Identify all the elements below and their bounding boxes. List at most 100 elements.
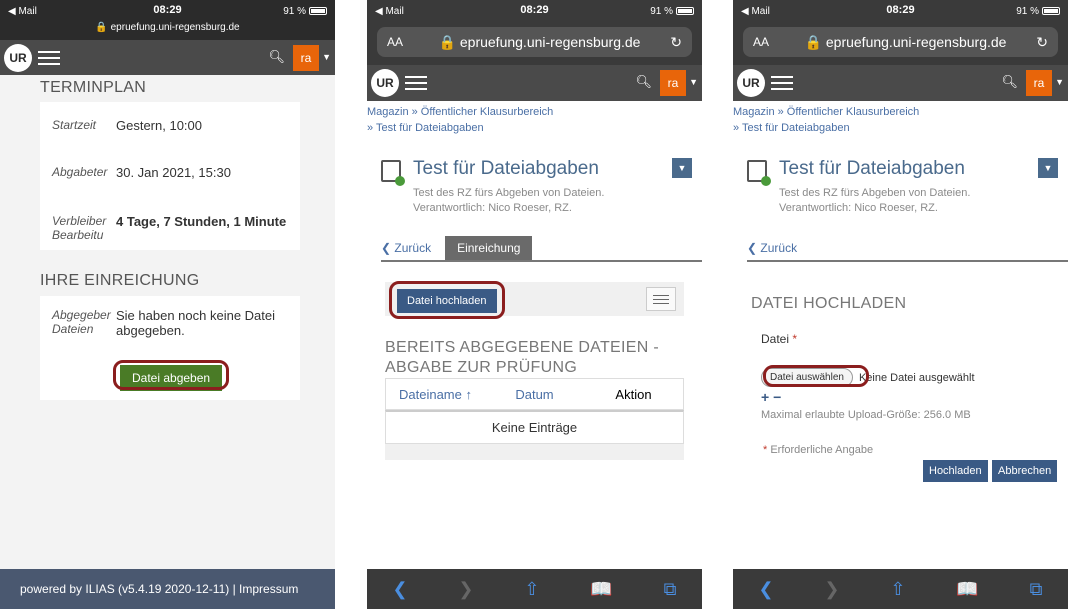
chevron-down-icon[interactable]: ▼ bbox=[1055, 77, 1064, 87]
address-bar[interactable]: AA 🔒 epruefung.uni-regensburg.de ↻ bbox=[377, 27, 692, 57]
breadcrumb: Magazin » Öffentlicher Klausurbereich » … bbox=[733, 104, 919, 136]
search-icon[interactable]: 🔍︎ bbox=[635, 74, 652, 90]
share-icon[interactable]: ⇧ bbox=[890, 579, 905, 600]
url-label[interactable]: 🔒 epruefung.uni-regensburg.de bbox=[0, 22, 335, 33]
einreichung-heading: IHRE EINREICHUNG bbox=[40, 272, 200, 289]
hamburger-menu-icon[interactable] bbox=[771, 73, 793, 93]
user-avatar[interactable]: ra bbox=[660, 70, 686, 96]
row-key: Abgegeber Dateien bbox=[52, 308, 111, 336]
lock-icon: 🔒 bbox=[804, 33, 822, 50]
ur-logo[interactable]: UR bbox=[737, 69, 765, 97]
clock: 08:29 bbox=[520, 4, 549, 16]
object-title-row: Test für Dateiabgaben Test des RZ fürs A… bbox=[747, 158, 1058, 216]
max-size-hint: Maximal erlaubte Upload-Größe: 256.0 MB bbox=[761, 409, 971, 421]
forward-arrow-icon[interactable]: ❯ bbox=[458, 579, 473, 600]
column-header: Aktion bbox=[615, 386, 652, 402]
ur-logo[interactable]: UR bbox=[4, 44, 32, 72]
row-value: 30. Jan 2021, 15:30 bbox=[116, 165, 231, 180]
table-row: Abgegeber Dateien Sie haben noch keine D… bbox=[40, 296, 300, 350]
tab-einreichung[interactable]: Einreichung bbox=[445, 236, 533, 260]
back-arrow-icon[interactable]: ❮ bbox=[392, 579, 407, 600]
page-title: Test für Dateiabgaben bbox=[413, 158, 599, 179]
actions-dropdown-icon[interactable]: ▼ bbox=[672, 158, 692, 178]
actions-dropdown-icon[interactable]: ▼ bbox=[1038, 158, 1058, 178]
breadcrumb-line-1[interactable]: Magazin » Öffentlicher Klausurbereich bbox=[367, 104, 553, 120]
breadcrumb-line-2[interactable]: » Test für Dateiabgaben bbox=[367, 120, 553, 136]
ilias-navbar: UR 🔍︎ ra ▼ bbox=[733, 65, 1068, 101]
upload-submit-button[interactable]: Hochladen bbox=[923, 460, 988, 482]
forward-arrow-icon[interactable]: ❯ bbox=[824, 579, 839, 600]
clock: 08:29 bbox=[886, 4, 915, 16]
row-value: 4 Tage, 7 Stunden, 1 Minute bbox=[116, 214, 287, 229]
safari-toolbar: ❮ ❯ ⇧ 📖 ⧉ bbox=[367, 569, 702, 609]
footer-text[interactable]: powered by ILIAS (v5.4.19 2020-12-11) | … bbox=[20, 582, 298, 596]
empty-row: Keine Einträge bbox=[385, 410, 684, 444]
breadcrumb: Magazin » Öffentlicher Klausurbereich » … bbox=[367, 104, 553, 136]
bookmarks-icon[interactable]: 📖 bbox=[590, 579, 612, 600]
ilias-navbar: UR 🔍︎ ra ▼ bbox=[0, 40, 335, 76]
back-tab[interactable]: ❮ Zurück bbox=[747, 241, 807, 260]
terminplan-card: Startzeit Gestern, 10:00 Abgabeter 30. J… bbox=[40, 102, 300, 250]
lock-icon: 🔒 bbox=[438, 33, 456, 50]
bookmarks-icon[interactable]: 📖 bbox=[956, 579, 978, 600]
chevron-down-icon[interactable]: ▼ bbox=[689, 77, 698, 87]
reload-icon[interactable]: ↻ bbox=[662, 34, 682, 51]
share-icon[interactable]: ⇧ bbox=[524, 579, 539, 600]
hamburger-menu-icon[interactable] bbox=[38, 48, 60, 68]
menu-icon[interactable] bbox=[646, 287, 676, 311]
phone-screen-1: ◀ Mail 08:29 91 % 🔒 epruefung.uni-regens… bbox=[0, 0, 335, 609]
page-subtitle: Test des RZ fürs Abgeben von Dateien. Ver… bbox=[779, 187, 971, 214]
row-key: Abgabeter bbox=[52, 165, 108, 179]
row-value: Sie haben noch keine Datei abgegeben. bbox=[116, 308, 276, 338]
address-bar[interactable]: AA 🔒 epruefung.uni-regensburg.de ↻ bbox=[743, 27, 1058, 57]
back-tab[interactable]: ❮ Zurück bbox=[381, 241, 441, 260]
phone-screen-2: ◀ Mail 08:29 91 % AA 🔒 epruefung.uni-reg… bbox=[367, 0, 702, 609]
page-title: Test für Dateiabgaben bbox=[779, 158, 965, 179]
tabs-icon[interactable]: ⧉ bbox=[664, 579, 677, 600]
add-remove-icons[interactable]: + − bbox=[751, 387, 1050, 405]
tabs-icon[interactable]: ⧉ bbox=[1030, 579, 1043, 600]
column-header[interactable]: Dateiname ↑ bbox=[386, 387, 485, 402]
reload-icon[interactable]: ↻ bbox=[1028, 34, 1048, 51]
breadcrumb-line-2[interactable]: » Test für Dateiabgaben bbox=[733, 120, 919, 136]
terminplan-heading: TERMINPLAN bbox=[40, 79, 147, 96]
reader-aa-button[interactable]: AA bbox=[753, 35, 783, 49]
battery-icon bbox=[1042, 7, 1060, 15]
search-icon[interactable]: 🔍︎ bbox=[268, 49, 285, 65]
clock: 08:29 bbox=[153, 4, 182, 16]
breadcrumb-line-1[interactable]: Magazin » Öffentlicher Klausurbereich bbox=[733, 104, 919, 120]
object-title-row: Test für Dateiabgaben Test des RZ fürs A… bbox=[381, 158, 692, 216]
user-avatar[interactable]: ra bbox=[293, 45, 319, 71]
table-row: Startzeit Gestern, 10:00 bbox=[40, 102, 300, 145]
battery-icon bbox=[676, 7, 694, 15]
tab-bar: ❮ Zurück bbox=[747, 238, 1068, 262]
required-note: * Erforderliche Angabe bbox=[763, 444, 874, 456]
status-bar: ◀ Mail 08:29 91 % bbox=[0, 0, 335, 22]
section-heading: DATEI HOCHLADEN bbox=[751, 295, 907, 312]
table-header: Dateiname ↑ Datum Aktion bbox=[385, 378, 684, 410]
annotation-highlight bbox=[763, 365, 869, 387]
battery-icon bbox=[309, 7, 327, 15]
column-header[interactable]: Datum bbox=[485, 387, 584, 402]
domain-label: epruefung.uni-regensburg.de bbox=[825, 33, 1007, 50]
ilias-navbar: UR 🔍︎ ra ▼ bbox=[367, 65, 702, 101]
hamburger-menu-icon[interactable] bbox=[405, 73, 427, 93]
annotation-highlight bbox=[389, 281, 505, 319]
page-subtitle: Test des RZ fürs Abgeben von Dateien. Ver… bbox=[413, 187, 605, 214]
section-heading: BEREITS ABGEGEBENE DATEIEN - ABGABE ZUR … bbox=[385, 339, 659, 376]
table-row: Verbleiber Bearbeitu 4 Tage, 7 Stunden, … bbox=[40, 192, 300, 254]
safari-header: ◀ Mail 08:29 91 % AA 🔒 epruefung.uni-reg… bbox=[367, 0, 702, 65]
annotation-highlight bbox=[113, 360, 229, 390]
status-bar: ◀ Mail 08:29 91 % bbox=[367, 0, 702, 22]
row-key: Startzeit bbox=[52, 118, 97, 132]
back-arrow-icon[interactable]: ❮ bbox=[758, 579, 773, 600]
files-table: Dateiname ↑ Datum Aktion Keine Einträge bbox=[385, 378, 684, 460]
search-icon[interactable]: 🔍︎ bbox=[1001, 74, 1018, 90]
ur-logo[interactable]: UR bbox=[371, 69, 399, 97]
chevron-down-icon[interactable]: ▼ bbox=[322, 52, 331, 62]
user-avatar[interactable]: ra bbox=[1026, 70, 1052, 96]
reader-aa-button[interactable]: AA bbox=[387, 35, 417, 49]
phone-screen-3: ◀ Mail 08:29 91 % AA 🔒 epruefung.uni-reg… bbox=[733, 0, 1068, 609]
cancel-button[interactable]: Abbrechen bbox=[992, 460, 1058, 482]
safari-toolbar: ❮ ❯ ⇧ 📖 ⧉ bbox=[733, 569, 1068, 609]
